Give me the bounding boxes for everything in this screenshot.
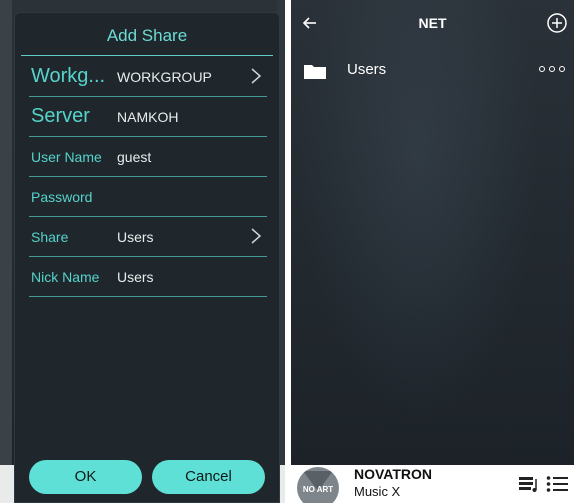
track-title: NOVATRON — [354, 466, 433, 482]
add-share-screen: Add Share Workg... WORKGROUP Server NAMK… — [0, 0, 285, 503]
album-art-label: NO ART — [302, 485, 334, 494]
user-name-label: User Name — [31, 149, 102, 165]
add-share-dialog: Add Share Workg... WORKGROUP Server NAMK… — [14, 12, 280, 503]
server-value: NAMKOH — [117, 109, 179, 125]
top-bar: NET — [291, 0, 574, 52]
workgroup-field[interactable]: Workg... WORKGROUP — [29, 57, 267, 97]
background-edge — [0, 0, 12, 503]
workgroup-label: Workg... — [31, 65, 106, 87]
dialog-title: Add Share — [106, 26, 188, 45]
cancel-button[interactable]: Cancel — [152, 460, 265, 494]
title-divider — [21, 55, 273, 56]
more-options-icon[interactable] — [538, 64, 568, 74]
list-item[interactable]: Users — [291, 52, 574, 90]
list-item-name: Users — [347, 61, 387, 78]
mini-player[interactable]: NO ART NOVATRON Music X — [291, 465, 574, 503]
nick-name-value: Users — [117, 269, 154, 285]
chevron-right-icon[interactable] — [249, 67, 263, 85]
add-circle-icon[interactable] — [546, 12, 568, 34]
player-subtitle: Music X — [354, 484, 401, 499]
share-field[interactable]: Share Users — [29, 217, 267, 257]
nick-name-field[interactable]: Nick Name Users — [29, 257, 267, 297]
album-art[interactable]: NO ART — [297, 467, 339, 503]
page-title: NET — [418, 15, 447, 31]
user-name-value: guest — [117, 149, 152, 165]
ok-button[interactable]: OK — [29, 460, 142, 494]
nick-name-label: Nick Name — [31, 269, 100, 285]
field-underline — [29, 296, 267, 297]
list-menu-icon[interactable] — [546, 475, 568, 493]
net-browser-screen: NET Users NO ART NOVATRON Music X — [291, 0, 574, 503]
share-value: Users — [117, 229, 154, 245]
folder-icon — [304, 65, 326, 79]
share-label: Share — [31, 229, 69, 245]
password-label: Password — [31, 189, 93, 205]
workgroup-value: WORKGROUP — [117, 69, 212, 85]
chevron-right-icon[interactable] — [249, 227, 263, 245]
server-field[interactable]: Server NAMKOH — [29, 97, 267, 137]
queue-icon[interactable] — [518, 475, 540, 493]
server-label: Server — [31, 105, 90, 127]
password-field[interactable]: Password — [29, 177, 267, 217]
user-name-field[interactable]: User Name guest — [29, 137, 267, 177]
